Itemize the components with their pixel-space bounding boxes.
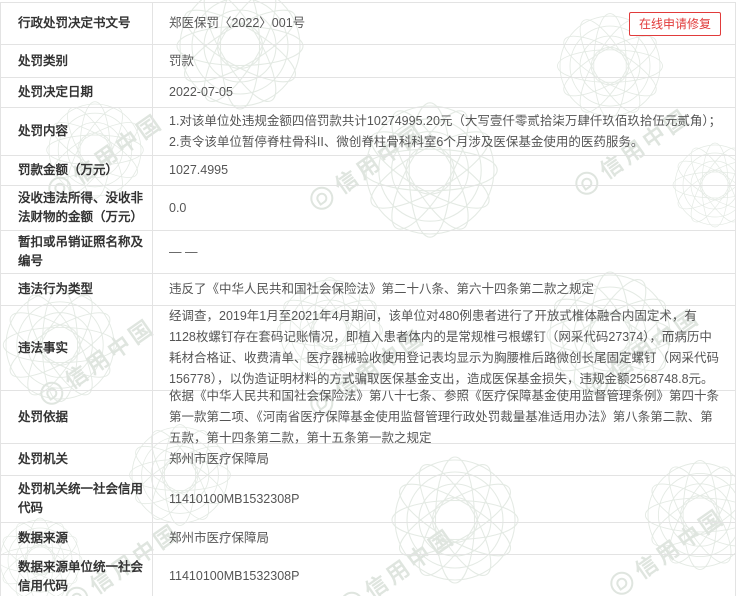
table-row-violation-facts: 违法事实 经调查，2019年1月至2021年4月期间，该单位对480例患者进行了… (1, 306, 735, 391)
table-row-violation-type: 违法行为类型 违反了《中华人民共和国社会保险法》第二十八条、第六十四条第二款之规… (1, 274, 735, 306)
table-row-confiscation-amount: 没收违法所得、没收非法财物的金额（万元） 0.0 (1, 186, 735, 231)
row-value: 1027.4995 (153, 156, 735, 185)
row-label: 处罚类别 (1, 45, 153, 77)
row-value: 11410100MB1532308P (153, 555, 735, 596)
table-row-fine-amount: 罚款金额（万元） 1027.4995 (1, 156, 735, 186)
table-row-license-revocation: 暂扣或吊销证照名称及编号 — — (1, 231, 735, 274)
row-value: 2022-07-05 (153, 78, 735, 107)
table-row-document-number: 行政处罚决定书文号 郑医保罚〈2022〉001号 在线申请修复 (1, 3, 735, 45)
row-value: 11410100MB1532308P (153, 476, 735, 522)
row-value: 郑州市医疗保障局 (153, 444, 735, 475)
penalty-table: 行政处罚决定书文号 郑医保罚〈2022〉001号 在线申请修复 处罚类别 罚款 … (0, 2, 736, 596)
row-label: 暂扣或吊销证照名称及编号 (1, 231, 153, 273)
row-label: 数据来源单位统一社会信用代码 (1, 555, 153, 596)
row-label: 处罚机关 (1, 444, 153, 475)
table-row-penalty-category: 处罚类别 罚款 (1, 45, 735, 78)
row-value: 0.0 (153, 186, 735, 230)
row-label: 行政处罚决定书文号 (1, 3, 153, 44)
table-row-penalty-authority: 处罚机关 郑州市医疗保障局 (1, 444, 735, 476)
table-row-source-credit-code: 数据来源单位统一社会信用代码 11410100MB1532308P (1, 555, 735, 596)
row-value: — — (153, 231, 735, 273)
row-label: 罚款金额（万元） (1, 156, 153, 185)
penalty-detail-page: 信用中国 信用中国 信用中国 信用中国 信用中国 信用中国 信用中国 信用中国 (0, 0, 736, 596)
table-row-penalty-basis: 处罚依据 依据《中华人民共和国社会保险法》第八十七条、参照《医疗保障基金使用监督… (1, 391, 735, 444)
row-value: 1.对该单位处违规金额四倍罚款共计10274995.20元（大写壹仟零贰拾柒万肆… (153, 108, 735, 155)
row-label: 没收违法所得、没收非法财物的金额（万元） (1, 186, 153, 230)
online-repair-button[interactable]: 在线申请修复 (629, 12, 721, 36)
row-label: 处罚依据 (1, 391, 153, 443)
row-label: 处罚决定日期 (1, 78, 153, 107)
document-number-value: 郑医保罚〈2022〉001号 (169, 13, 305, 34)
row-value: 经调查，2019年1月至2021年4月期间，该单位对480例患者进行了开放式椎体… (153, 306, 735, 390)
table-row-penalty-content: 处罚内容 1.对该单位处违规金额四倍罚款共计10274995.20元（大写壹仟零… (1, 108, 735, 156)
row-value-cell: 郑医保罚〈2022〉001号 在线申请修复 (153, 3, 735, 44)
row-value: 罚款 (153, 45, 735, 77)
row-label: 数据来源 (1, 523, 153, 554)
row-label: 处罚内容 (1, 108, 153, 155)
table-row-data-source: 数据来源 郑州市医疗保障局 (1, 523, 735, 555)
row-label: 处罚机关统一社会信用代码 (1, 476, 153, 522)
row-value: 郑州市医疗保障局 (153, 523, 735, 554)
row-label: 违法事实 (1, 306, 153, 390)
row-value: 违反了《中华人民共和国社会保险法》第二十八条、第六十四条第二款之规定 (153, 274, 735, 305)
table-row-decision-date: 处罚决定日期 2022-07-05 (1, 78, 735, 108)
row-label: 违法行为类型 (1, 274, 153, 305)
table-row-authority-credit-code: 处罚机关统一社会信用代码 11410100MB1532308P (1, 476, 735, 523)
row-value: 依据《中华人民共和国社会保险法》第八十七条、参照《医疗保障基金使用监督管理条例》… (153, 391, 735, 443)
